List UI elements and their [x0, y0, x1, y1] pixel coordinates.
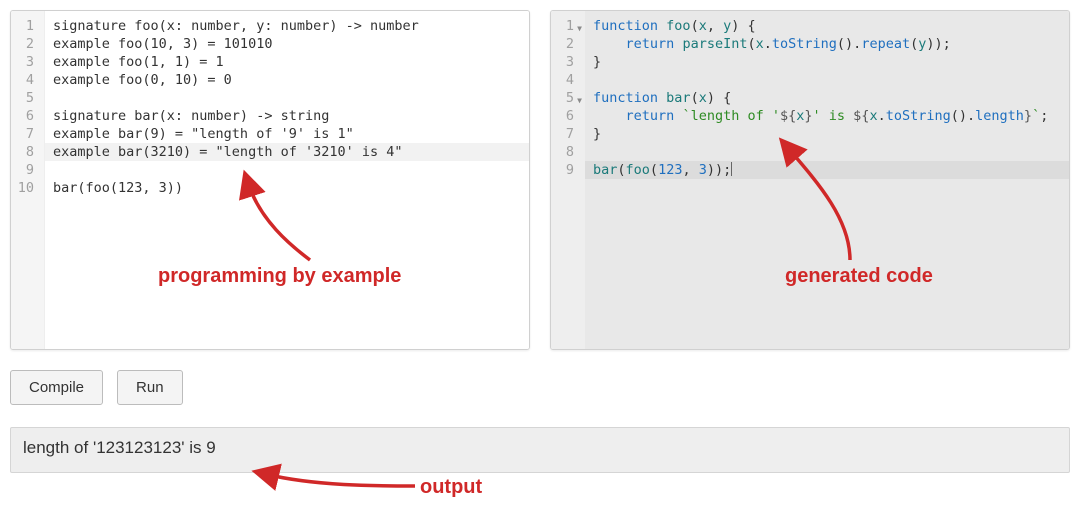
line-number: 8 [17, 143, 34, 161]
line-number: 1 [17, 17, 34, 35]
line-number: 6 [17, 107, 34, 125]
line-number: 6 [557, 107, 574, 125]
line-number: 3 [557, 53, 574, 71]
code-line[interactable] [53, 89, 521, 107]
line-number: 10 [17, 179, 34, 197]
code-line[interactable]: signature bar(x: number) -> string [53, 107, 521, 125]
button-row: Compile Run [10, 370, 1070, 405]
line-number: 3 [17, 53, 34, 71]
left-editor-code[interactable]: signature foo(x: number, y: number) -> n… [45, 11, 529, 349]
run-button[interactable]: Run [117, 370, 183, 405]
fold-icon[interactable]: ▼ [577, 20, 582, 38]
line-number: 4 [17, 71, 34, 89]
output-text: length of '123123123' is 9 [23, 438, 216, 457]
code-line[interactable]: return `length of '${x}' is ${x.toString… [593, 107, 1061, 125]
code-line[interactable]: } [593, 53, 1061, 71]
code-line[interactable]: example foo(0, 10) = 0 [53, 71, 521, 89]
right-editor-code[interactable]: function foo(x, y) { return parseInt(x.t… [585, 11, 1069, 349]
code-line[interactable] [593, 143, 1061, 161]
line-number: 8 [557, 143, 574, 161]
code-line[interactable]: example bar(9) = "length of '9' is 1" [53, 125, 521, 143]
line-number: 2 [557, 35, 574, 53]
code-line[interactable]: return parseInt(x.toString().repeat(y)); [593, 35, 1061, 53]
code-line[interactable]: signature foo(x: number, y: number) -> n… [53, 17, 521, 35]
code-line[interactable] [53, 161, 521, 179]
code-line[interactable]: } [593, 125, 1061, 143]
code-line[interactable]: example foo(10, 3) = 101010 [53, 35, 521, 53]
line-number: 2 [17, 35, 34, 53]
line-number: 1▼ [557, 17, 574, 35]
line-number: 9 [17, 161, 34, 179]
code-line[interactable]: function foo(x, y) { [593, 17, 1061, 35]
code-line[interactable]: example bar(3210) = "length of '3210' is… [45, 143, 529, 161]
code-line[interactable]: function bar(x) { [593, 89, 1061, 107]
right-editor-gutter: 1▼2345▼6789 [551, 11, 585, 349]
left-editor[interactable]: 12345678910 signature foo(x: number, y: … [10, 10, 530, 350]
code-line[interactable]: bar(foo(123, 3)); [585, 161, 1069, 179]
fold-icon[interactable]: ▼ [577, 92, 582, 110]
right-editor[interactable]: 1▼2345▼6789 function foo(x, y) { return … [550, 10, 1070, 350]
line-number: 4 [557, 71, 574, 89]
left-editor-gutter: 12345678910 [11, 11, 45, 349]
output-box: length of '123123123' is 9 [10, 427, 1070, 473]
code-line[interactable]: bar(foo(123, 3)) [53, 179, 521, 197]
compile-button[interactable]: Compile [10, 370, 103, 405]
line-number: 5 [17, 89, 34, 107]
line-number: 9 [557, 161, 574, 179]
annotation-label-output: output [420, 476, 482, 499]
text-cursor [731, 162, 732, 176]
line-number: 7 [557, 125, 574, 143]
code-line[interactable]: example foo(1, 1) = 1 [53, 53, 521, 71]
line-number: 7 [17, 125, 34, 143]
code-line[interactable] [593, 71, 1061, 89]
line-number: 5▼ [557, 89, 574, 107]
